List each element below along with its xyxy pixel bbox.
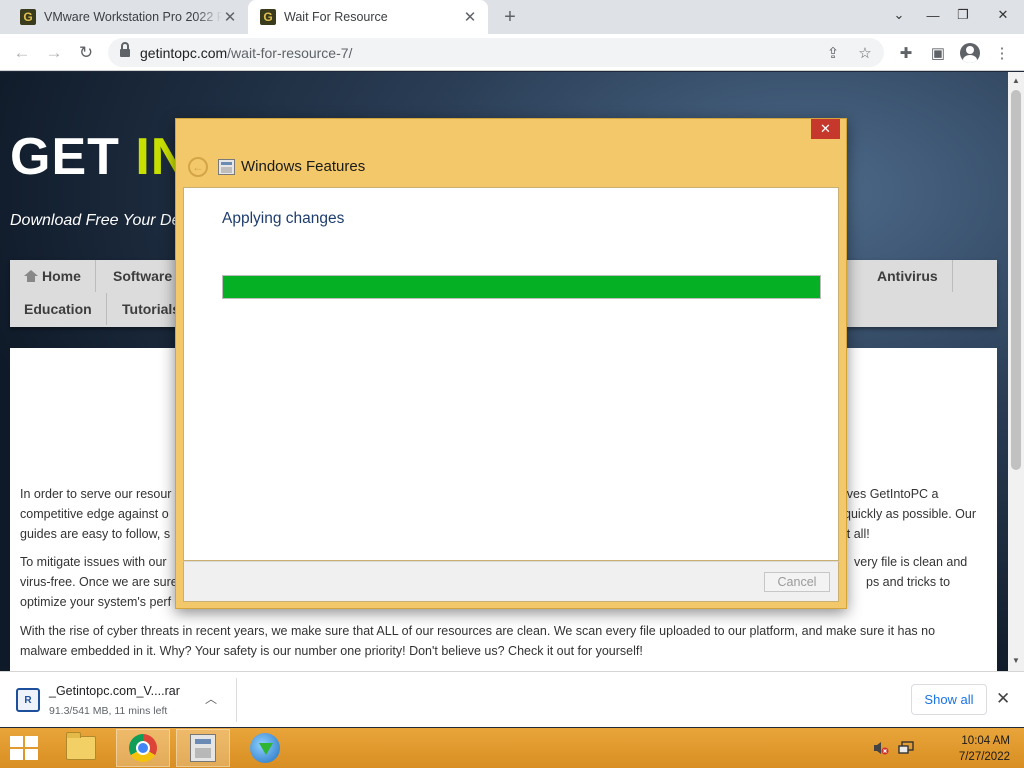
- forward-arrow-icon[interactable]: →: [41, 40, 67, 66]
- windows-features-dialog: ✕ ← Windows Features Applying changes Ca…: [175, 118, 847, 609]
- clock-time: 10:04 AM: [961, 735, 1010, 747]
- show-all-button[interactable]: Show all: [911, 684, 987, 715]
- speaker-muted-icon[interactable]: [873, 741, 889, 755]
- nav-home[interactable]: Home: [10, 260, 96, 292]
- dialog-body: Applying changes: [183, 187, 839, 561]
- text-line: it all!: [844, 527, 870, 541]
- scroll-down-arrow-icon[interactable]: ▼: [1012, 656, 1020, 665]
- nav-home-label: Home: [42, 268, 81, 284]
- site-tagline: Download Free Your Des: [10, 212, 189, 229]
- download-shelf: R _Getintopc.com_V....rar 91.3/541 MB, 1…: [0, 671, 1024, 727]
- tab-wait-for-resource[interactable]: G Wait For Resource ✕: [248, 0, 488, 34]
- lock-icon[interactable]: [120, 42, 130, 58]
- dialog-footer: Cancel: [183, 561, 839, 602]
- nav-antivirus-label: Antivirus: [877, 268, 938, 284]
- getintopc-favicon-icon: G: [260, 9, 276, 25]
- internet-download-manager-icon[interactable]: [238, 729, 292, 767]
- browser-toolbar: ← → ↻ getintopc.com /wait-for-resource-7…: [0, 34, 1024, 71]
- applying-changes-heading: Applying changes: [222, 210, 345, 227]
- windows-start-icon[interactable]: [10, 736, 38, 760]
- new-tab-icon[interactable]: +: [498, 5, 522, 29]
- nav-education[interactable]: Education: [10, 293, 107, 325]
- site-logo[interactable]: GET IN: [10, 127, 189, 187]
- bookmark-star-icon[interactable]: ☆: [854, 42, 876, 64]
- tab-search-chevron-down-icon[interactable]: ⌄: [884, 2, 914, 28]
- nav-software[interactable]: Software: [99, 260, 188, 292]
- window-close-icon[interactable]: ✕: [988, 2, 1018, 28]
- tab-close-icon[interactable]: ✕: [222, 9, 238, 26]
- progress-bar: [222, 275, 821, 299]
- getintopc-favicon-icon: G: [20, 9, 36, 25]
- nav-antivirus[interactable]: Antivirus: [863, 260, 953, 292]
- home-icon: [24, 270, 38, 282]
- logo-text-get: GET: [10, 128, 136, 186]
- tab-title: Wait For Resource: [284, 10, 388, 24]
- text-line: quickly as possible. Our: [844, 507, 977, 521]
- tab-vmware[interactable]: G VMware Workstation Pro 2022 Free Downl…: [8, 0, 248, 34]
- chrome-icon[interactable]: [116, 729, 170, 767]
- text-line: ps and tricks to: [866, 575, 951, 589]
- dialog-title: Windows Features: [241, 158, 366, 175]
- restore-icon[interactable]: ❐: [948, 2, 978, 28]
- tab-close-icon[interactable]: ✕: [462, 9, 478, 26]
- file-explorer-icon[interactable]: [54, 729, 108, 767]
- windows-features-taskbar-icon[interactable]: [176, 729, 230, 767]
- download-file-name[interactable]: _Getintopc.com_V....rar: [49, 684, 180, 698]
- profile-avatar-icon[interactable]: [957, 40, 983, 66]
- rar-file-icon[interactable]: R: [16, 688, 40, 712]
- clock-date: 7/27/2022: [958, 751, 1010, 763]
- share-icon[interactable]: ⇪: [822, 42, 844, 64]
- back-arrow-icon[interactable]: ←: [9, 40, 35, 66]
- extensions-puzzle-icon[interactable]: ✚: [893, 40, 919, 66]
- download-shelf-close-icon[interactable]: ✕: [996, 689, 1010, 709]
- url-host: getintopc.com: [140, 44, 228, 61]
- address-bar[interactable]: getintopc.com /wait-for-resource-7/ ⇪ ☆: [108, 38, 884, 67]
- browser-tab-strip: G VMware Workstation Pro 2022 Free Downl…: [0, 0, 1024, 34]
- minimize-icon[interactable]: —: [918, 2, 948, 28]
- windows-taskbar: 10:04 AM 7/27/2022: [0, 728, 1024, 768]
- kebab-menu-icon[interactable]: ⋮: [989, 40, 1015, 66]
- back-arrow-icon[interactable]: ←: [188, 157, 208, 177]
- side-panel-icon[interactable]: ▣: [925, 40, 951, 66]
- chevron-up-icon[interactable]: ︿: [205, 690, 217, 707]
- network-icon[interactable]: [898, 741, 914, 755]
- dialog-close-icon[interactable]: ✕: [811, 119, 840, 139]
- text-line: very file is clean and: [854, 555, 968, 569]
- scrollbar-thumb[interactable]: [1011, 90, 1021, 470]
- text-line: ives GetIntoPC a: [844, 487, 939, 501]
- divider: [236, 678, 237, 722]
- system-clock[interactable]: 10:04 AM 7/27/2022: [948, 733, 1010, 765]
- cancel-button[interactable]: Cancel: [764, 572, 830, 592]
- paragraph-3: With the rise of cyber threats in recent…: [20, 621, 987, 661]
- text-line: malware embedded in it. Why? Your safety…: [20, 644, 643, 658]
- progress-bar-fill: [223, 276, 820, 298]
- nav-software-label: Software: [113, 268, 173, 284]
- windows-features-app-icon: [218, 159, 235, 175]
- page-scrollbar[interactable]: ▲ ▼: [1008, 72, 1024, 671]
- download-status: 91.3/541 MB, 11 mins left: [49, 705, 168, 717]
- tab-title: VMware Workstation Pro 2022 Free Downloa…: [44, 10, 222, 24]
- text-line: With the rise of cyber threats in recent…: [20, 624, 936, 638]
- nav-tutorials-label: Tutorials: [122, 301, 181, 317]
- url-path: /wait-for-resource-7/: [227, 44, 353, 61]
- scroll-up-arrow-icon[interactable]: ▲: [1012, 76, 1020, 85]
- reload-icon[interactable]: ↻: [73, 40, 99, 66]
- nav-education-label: Education: [24, 301, 92, 317]
